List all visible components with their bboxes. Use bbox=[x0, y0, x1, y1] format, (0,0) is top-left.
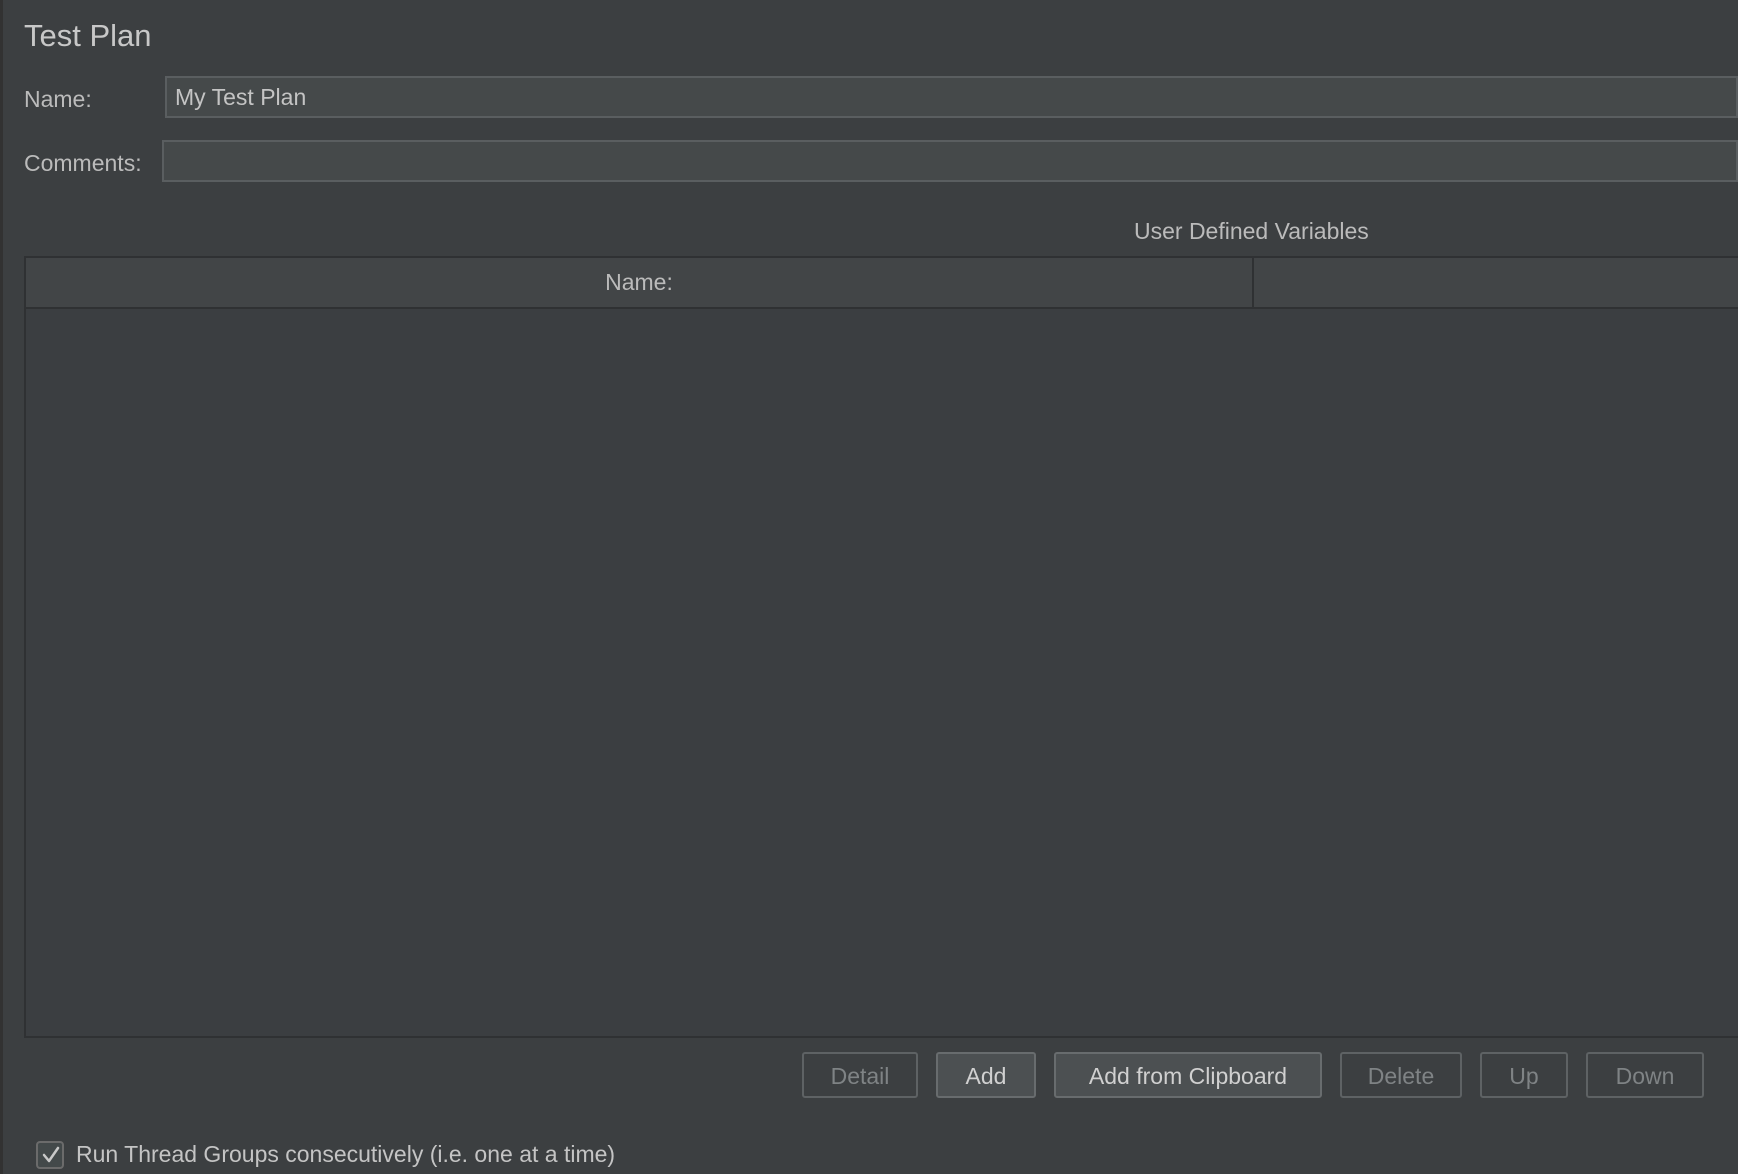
run-consecutively-label[interactable]: Run Thread Groups consecutively (i.e. on… bbox=[76, 1141, 615, 1168]
table-header: Name: bbox=[26, 258, 1738, 309]
comments-label: Comments: bbox=[24, 150, 142, 176]
comments-input[interactable] bbox=[162, 140, 1738, 182]
add-button[interactable]: Add bbox=[936, 1052, 1036, 1098]
checkmark-icon bbox=[42, 1146, 60, 1163]
detail-button[interactable]: Detail bbox=[802, 1052, 918, 1098]
column-header-name[interactable]: Name: bbox=[26, 258, 1254, 307]
run-consecutively-checkbox[interactable] bbox=[36, 1141, 64, 1169]
test-plan-panel: Test Plan Name: Comments: User Defined V… bbox=[0, 0, 1738, 1174]
panel-divider[interactable] bbox=[0, 0, 3, 1174]
down-button[interactable]: Down bbox=[1586, 1052, 1704, 1098]
up-button[interactable]: Up bbox=[1480, 1052, 1568, 1098]
delete-button[interactable]: Delete bbox=[1340, 1052, 1462, 1098]
name-input[interactable] bbox=[165, 76, 1738, 118]
add-from-clipboard-button[interactable]: Add from Clipboard bbox=[1054, 1052, 1322, 1098]
user-defined-variables-table[interactable]: Name: bbox=[24, 256, 1738, 1038]
name-label: Name: bbox=[24, 86, 92, 112]
page-title: Test Plan bbox=[24, 18, 152, 53]
column-header-value[interactable] bbox=[1254, 258, 1738, 307]
user-defined-variables-title: User Defined Variables bbox=[1134, 218, 1369, 244]
